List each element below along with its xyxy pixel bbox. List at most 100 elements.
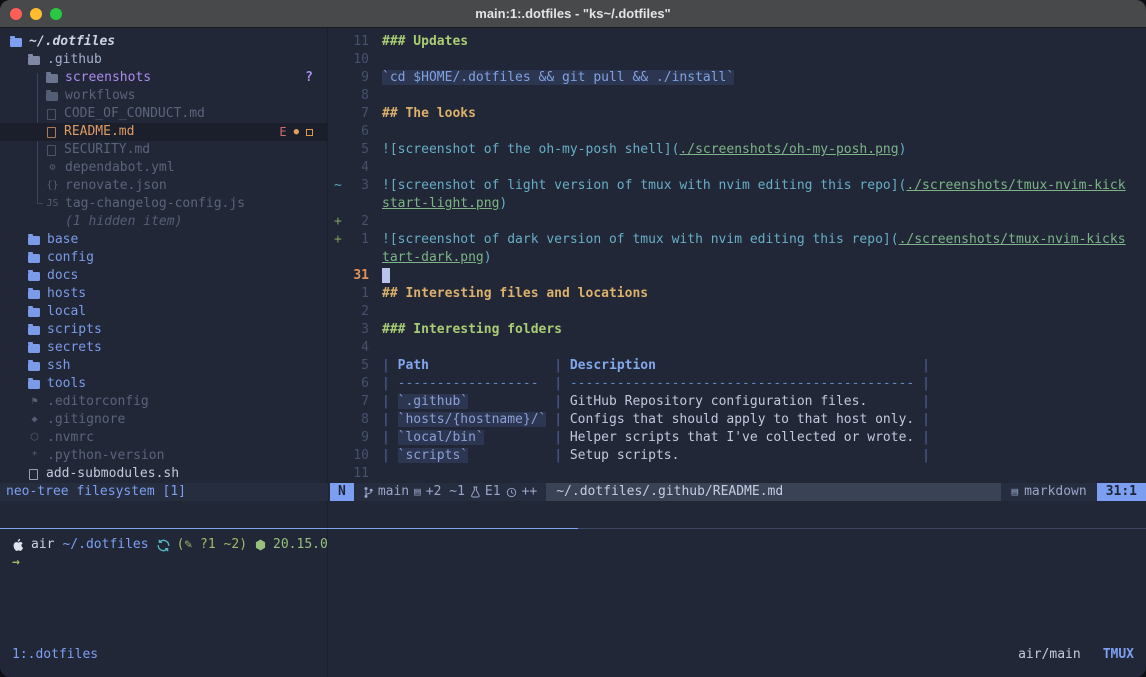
cursor-block (382, 268, 390, 283)
folder-icon (28, 236, 40, 245)
line-number: 31 (343, 267, 369, 285)
diagnostics-count: E1 (485, 483, 501, 501)
tree-item-python-version[interactable]: *.python-version (0, 447, 327, 465)
syntax-pipe: | (554, 430, 570, 445)
editor-line[interactable]: 31 (330, 267, 1146, 285)
line-text: ### Updates (382, 33, 468, 51)
tree-item-label: base (47, 231, 78, 249)
syntax-plain (539, 376, 555, 391)
traffic-lights (10, 8, 62, 20)
tree-item-1-hidden-item[interactable]: (1 hidden item) (0, 213, 327, 231)
line-number: 10 (343, 51, 369, 69)
editor-line[interactable]: 7## The looks (330, 105, 1146, 123)
braces-icon: {} (46, 177, 59, 195)
editor-line[interactable]: +1![screenshot of dark version of tmux w… (330, 231, 1146, 249)
tree-item-base[interactable]: base (0, 231, 327, 249)
editor-line[interactable]: 5![screenshot of the oh-my-posh shell](.… (330, 141, 1146, 159)
editor-line[interactable]: tart-dark.png) (330, 249, 1146, 267)
tree-item-label: secrets (47, 339, 102, 357)
maximize-button[interactable] (50, 8, 62, 20)
tree-item-github[interactable]: .github (0, 51, 327, 69)
tree-item-label: local (47, 303, 86, 321)
line-number: 4 (343, 339, 369, 357)
tree-item-workflows[interactable]: workflows (0, 87, 327, 105)
tree-item-label: ~/.dotfiles (29, 33, 115, 51)
editor-line[interactable]: 9`cd $HOME/.dotfiles && git pull && ./in… (330, 69, 1146, 87)
line-text: | `.github` | GitHub Repository configur… (382, 393, 930, 411)
line-number: 2 (343, 213, 369, 231)
line-number: 7 (343, 393, 369, 411)
tree-item-label: README.md (64, 123, 134, 141)
close-button[interactable] (10, 8, 22, 20)
tree-item-docs[interactable]: docs (0, 267, 327, 285)
tree-item-scripts[interactable]: scripts (0, 321, 327, 339)
syntax-pipe: | (382, 394, 398, 409)
editor-line[interactable]: 4 (330, 159, 1146, 177)
tree-item-add-submodules-sh[interactable]: add-submodules.sh (0, 465, 327, 483)
shell-prompt[interactable]: air ~/.dotfiles (✎ ?1 ~2) 20.15 (12, 536, 328, 572)
editor-line[interactable]: ~3![screenshot of light version of tmux … (330, 177, 1146, 195)
tree-item-nvmrc[interactable]: ⬡.nvmrc (0, 429, 327, 447)
tree-item-editorconfig[interactable]: ⚑.editorconfig (0, 393, 327, 411)
editor-line[interactable]: 10| `scripts` | Setup scripts. | (330, 447, 1146, 465)
tree-item-renovate-json[interactable]: {} renovate.json (0, 177, 327, 195)
tree-item-code-of-conduct-md[interactable]: CODE_OF_CONDUCT.md (0, 105, 327, 123)
editor-line[interactable]: 8| `hosts/{hostname}/` | Configs that sh… (330, 411, 1146, 429)
editor-line[interactable]: 11 ### Updates (330, 33, 1146, 51)
tree-item-security-md[interactable]: SECURITY.md (0, 141, 327, 159)
tree-item-gitignore[interactable]: ◆.gitignore (0, 411, 327, 429)
tree-item-label: .gitignore (47, 411, 125, 429)
line-number: 1 (343, 231, 369, 249)
editor-line[interactable]: +2 (330, 213, 1146, 231)
gutter-sign (330, 465, 343, 483)
editor-line[interactable]: 10 (330, 51, 1146, 69)
statusline-git-section: main ▤ +2 ~1 E1 ++ (354, 483, 546, 501)
line-text: ### Interesting folders (382, 321, 562, 339)
tree-item-tools[interactable]: tools (0, 375, 327, 393)
folder-icon (28, 290, 40, 299)
neotree-sidebar: ~/.dotfiles.githubscreenshots?workflowsC… (0, 28, 328, 677)
line-text (382, 267, 390, 285)
tree-item-tag-changelog-config-js[interactable]: JStag-changelog-config.js (0, 195, 327, 213)
folder-open-icon (28, 56, 40, 65)
editor-line[interactable]: 5| Path | Description | (330, 357, 1146, 375)
prompt-input-line[interactable]: → (12, 554, 328, 572)
tree-item-secrets[interactable]: secrets (0, 339, 327, 357)
syntax-url: ./screenshots/oh-my-posh.png (679, 142, 898, 157)
line-text: | Path | Description | (382, 357, 930, 375)
editor-line[interactable]: 6| ------------------ | ----------------… (330, 375, 1146, 393)
editor-line[interactable]: 4 (330, 339, 1146, 357)
gutter-sign (330, 33, 343, 51)
editor-line[interactable]: 11 (330, 465, 1146, 483)
editor-line[interactable]: 8 (330, 87, 1146, 105)
editor-line[interactable]: 2 (330, 303, 1146, 321)
syntax-pipe: | (554, 448, 570, 463)
tree-item-dotfiles[interactable]: ~/.dotfiles (0, 33, 327, 51)
file-icon (47, 145, 56, 156)
editor-line[interactable]: start-light.png) (330, 195, 1146, 213)
minimize-button[interactable] (30, 8, 42, 20)
tree-item-local[interactable]: local (0, 303, 327, 321)
tree-item-config[interactable]: config (0, 249, 327, 267)
tmux-window-label[interactable]: 1:.dotfiles (12, 646, 98, 664)
line-number: 11 (343, 33, 369, 51)
syntax-codecell: `hosts/{hostname}/` (398, 412, 547, 427)
editor-buffer[interactable]: 11 ### Updates 109`cd $HOME/.dotfiles && g… (330, 33, 1146, 483)
window-title: main:1:.dotfiles - "ks~/.dotfiles" (475, 6, 670, 21)
tree-item-ssh[interactable]: ssh (0, 357, 327, 375)
tree-item-dependabot-yml[interactable]: ⚙dependabot.yml (0, 159, 327, 177)
editor-line[interactable]: 6 (330, 123, 1146, 141)
tree-item-label: renovate.json (65, 177, 167, 195)
tree-item-screenshots[interactable]: screenshots? (0, 69, 327, 87)
line-text: | `local/bin` | Helper scripts that I've… (382, 429, 930, 447)
syntax-h2: ## The looks (382, 106, 476, 121)
window-titlebar[interactable]: main:1:.dotfiles - "ks~/.dotfiles" (0, 0, 1146, 28)
editor-line[interactable]: 3### Interesting folders (330, 321, 1146, 339)
editor-line[interactable]: 9| `local/bin` | Helper scripts that I'v… (330, 429, 1146, 447)
editor-line[interactable]: 7 | `.github` | GitHub Repository configu… (330, 393, 1146, 411)
tree-item-hosts[interactable]: hosts (0, 285, 327, 303)
editor-pane[interactable]: 11 ### Updates 109`cd $HOME/.dotfiles && g… (330, 28, 1146, 483)
gutter-sign (330, 393, 343, 411)
editor-line[interactable]: 1## Interesting files and locations (330, 285, 1146, 303)
tree-item-readme-md[interactable]: README.mdE● (0, 123, 327, 141)
